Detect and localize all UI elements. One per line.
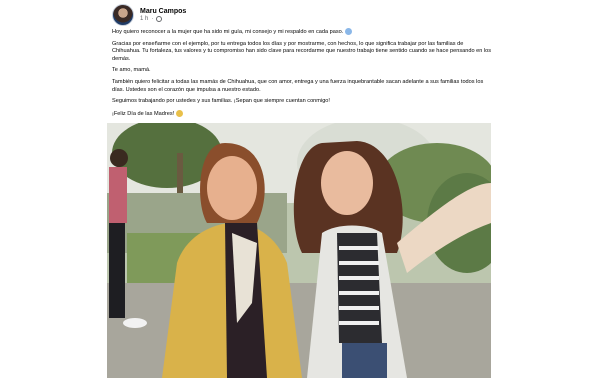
blue-heart-icon — [345, 28, 353, 35]
post-header-text: Maru Campos 1 h · — [140, 8, 186, 22]
post-paragraph-2: Gracias por enseñarme con el ejemplo, po… — [112, 40, 492, 62]
post-photo[interactable] — [107, 123, 491, 378]
post-paragraph-4: También quiero felicitar a todas las mam… — [112, 78, 484, 93]
post-time[interactable]: 1 h — [140, 16, 148, 22]
post-header: Maru Campos 1 h · — [112, 4, 186, 26]
post-body: Hoy quiero reconocer a la mujer que ha s… — [112, 28, 492, 122]
avatar[interactable] — [112, 4, 134, 26]
flower-icon — [176, 109, 184, 117]
facebook-post: Maru Campos 1 h · Hoy quiero reconocer a… — [103, 0, 497, 378]
post-paragraph-6: ¡Feliz Día de las Madres! — [112, 109, 492, 119]
post-meta: 1 h · — [140, 16, 186, 22]
post-paragraph-3: Te amo, mamá. — [112, 67, 151, 74]
globe-icon — [156, 15, 163, 22]
post-paragraph-5: Seguimos trabajando por ustedes y sus fa… — [112, 98, 330, 105]
photo-illustration — [107, 123, 491, 378]
post-paragraph-1: Hoy quiero reconocer a la mujer que ha s… — [112, 28, 492, 37]
author-name[interactable]: Maru Campos — [140, 8, 186, 15]
